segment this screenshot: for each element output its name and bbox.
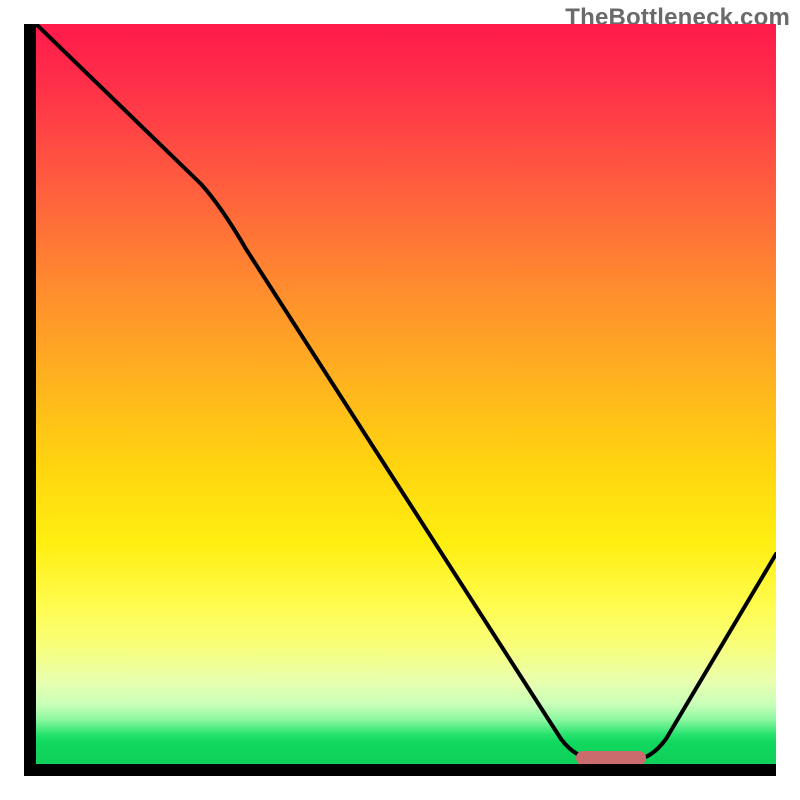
plot-area [24,24,776,776]
optimal-range-marker [576,751,646,765]
bottleneck-curve [36,24,776,764]
chart-canvas: TheBottleneck.com [0,0,800,800]
